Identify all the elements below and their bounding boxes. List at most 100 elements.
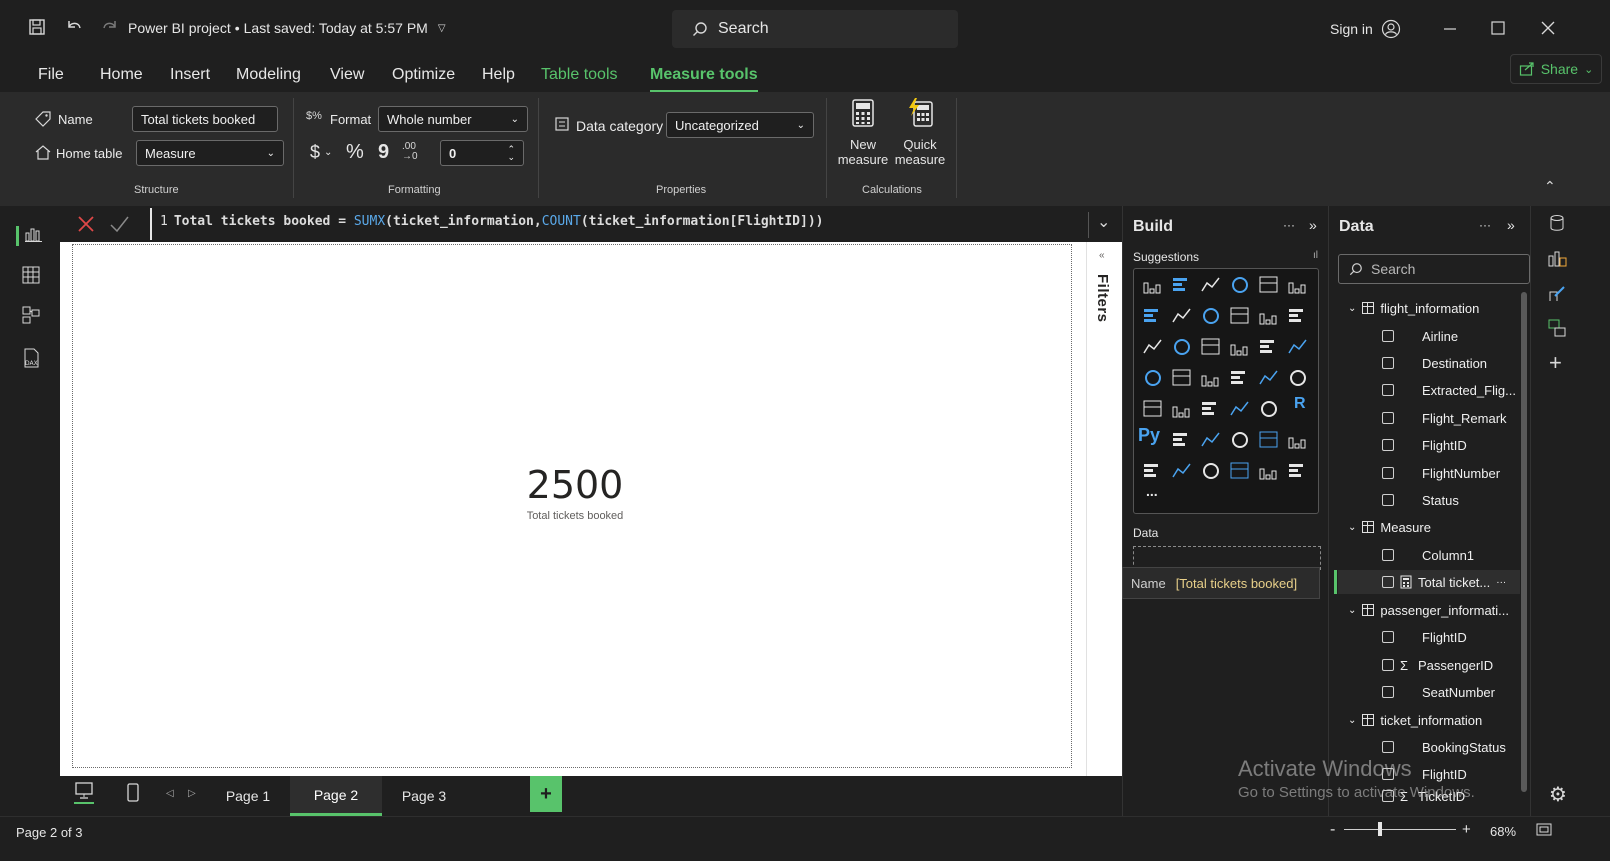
field-row[interactable]: FlightID xyxy=(1338,433,1520,457)
menu-optimize[interactable]: Optimize xyxy=(392,66,455,84)
visual-type-icon[interactable] xyxy=(1173,278,1187,291)
card-visual-value[interactable]: 2500 xyxy=(470,463,680,507)
visual-type-icon[interactable] xyxy=(1232,432,1248,448)
field-checkbox[interactable] xyxy=(1382,741,1394,753)
page-tab-3[interactable]: Page 3 xyxy=(390,776,458,816)
visual-type-icon[interactable] xyxy=(1259,468,1277,480)
expand-formula-icon[interactable]: ⌄ xyxy=(1088,212,1110,238)
collapse-ribbon-icon[interactable]: ⌃ xyxy=(1544,178,1556,195)
r-visual-icon[interactable]: R xyxy=(1294,395,1306,413)
visual-type-icon[interactable] xyxy=(1231,371,1245,384)
visual-type-icon[interactable] xyxy=(1230,344,1248,356)
table-node-flight-information[interactable]: ⌄ flight_information xyxy=(1338,296,1520,320)
visual-type-icon[interactable] xyxy=(1145,370,1161,386)
menu-help[interactable]: Help xyxy=(482,66,515,84)
visual-type-icon[interactable] xyxy=(1201,375,1219,387)
visual-type-icon[interactable] xyxy=(1230,307,1249,324)
visual-type-icon[interactable] xyxy=(1259,276,1278,293)
zoom-out-icon[interactable]: - xyxy=(1330,821,1335,839)
data-collapse-icon[interactable]: » xyxy=(1507,217,1515,233)
decimal-adjust-icon[interactable]: .00 →0 xyxy=(402,142,418,162)
visual-type-icon[interactable] xyxy=(1289,309,1303,322)
table-node-passenger-information[interactable]: ⌄ passenger_informati... xyxy=(1338,598,1520,622)
data-search-input[interactable]: Search xyxy=(1338,254,1530,284)
visual-type-icon[interactable] xyxy=(1203,463,1219,479)
field-row[interactable]: Flight_Remark xyxy=(1338,406,1520,430)
sign-in-button[interactable]: Sign in xyxy=(1330,19,1401,39)
model-view-icon[interactable] xyxy=(22,306,42,326)
field-row[interactable]: Airline xyxy=(1338,324,1520,348)
field-checkbox[interactable] xyxy=(1382,549,1394,561)
menu-measure-tools[interactable]: Measure tools xyxy=(650,66,758,93)
mobile-layout-icon[interactable] xyxy=(126,783,140,803)
visual-type-icon[interactable] xyxy=(1230,462,1249,479)
visual-type-icon[interactable] xyxy=(1172,463,1191,478)
zoom-level[interactable]: 68% xyxy=(1490,824,1516,839)
format-pane-icon[interactable] xyxy=(1547,284,1567,304)
visual-type-icon[interactable] xyxy=(1174,339,1190,355)
pin-icon[interactable]: ıl xyxy=(1313,250,1318,261)
visual-type-icon[interactable] xyxy=(1144,464,1158,477)
table-node-measure[interactable]: ⌄ Measure xyxy=(1338,515,1520,539)
redo-icon[interactable] xyxy=(100,17,120,37)
field-checkbox[interactable] xyxy=(1382,659,1394,671)
percent-button[interactable]: % xyxy=(346,141,364,164)
visual-type-icon[interactable] xyxy=(1259,370,1278,385)
home-table-select[interactable]: Measure ⌄ xyxy=(136,140,284,166)
field-checkbox[interactable] xyxy=(1382,330,1394,342)
currency-format-button[interactable]: $ ⌄ xyxy=(310,142,332,163)
visual-type-icon[interactable] xyxy=(1259,431,1278,448)
field-more-options-icon[interactable]: ··· xyxy=(1496,577,1506,588)
visual-type-icon[interactable] xyxy=(1230,401,1249,416)
filters-expand-icon[interactable]: « xyxy=(1099,250,1105,261)
field-checkbox[interactable] xyxy=(1382,686,1394,698)
close-icon[interactable] xyxy=(1540,20,1556,36)
page-tab-2[interactable]: Page 2 xyxy=(290,776,382,816)
visual-type-icon[interactable] xyxy=(1260,340,1274,353)
filters-label[interactable]: Filters xyxy=(1094,274,1111,323)
visual-type-icon[interactable] xyxy=(1202,402,1216,415)
menu-home[interactable]: Home xyxy=(100,66,143,84)
visual-type-icon[interactable] xyxy=(1143,282,1161,294)
zoom-slider-thumb[interactable] xyxy=(1378,822,1382,836)
field-row[interactable]: Destination xyxy=(1338,351,1520,375)
field-checkbox[interactable] xyxy=(1382,439,1394,451)
table-view-icon[interactable] xyxy=(22,266,42,286)
cancel-formula-icon[interactable] xyxy=(76,214,96,234)
commit-formula-icon[interactable] xyxy=(108,214,130,234)
field-checkbox[interactable] xyxy=(1382,576,1394,588)
field-checkbox[interactable] xyxy=(1382,631,1394,643)
menu-view[interactable]: View xyxy=(330,66,364,84)
save-icon[interactable] xyxy=(28,18,46,36)
field-row[interactable]: Status xyxy=(1338,488,1520,512)
prev-page-icon[interactable]: ◁ xyxy=(166,788,174,799)
undo-icon[interactable] xyxy=(64,17,84,37)
add-pane-icon[interactable]: + xyxy=(1549,350,1562,376)
name-input[interactable]: Total tickets booked xyxy=(132,106,278,132)
maximize-icon[interactable] xyxy=(1490,20,1506,36)
more-visuals-icon[interactable]: ... xyxy=(1146,483,1158,499)
build-collapse-icon[interactable]: » xyxy=(1309,217,1317,233)
field-row[interactable]: Σ PassengerID xyxy=(1338,653,1520,677)
visual-type-icon[interactable] xyxy=(1201,432,1220,447)
table-node-ticket-information[interactable]: ⌄ ticket_information xyxy=(1338,708,1520,732)
sync-slicers-icon[interactable] xyxy=(1547,318,1567,338)
field-checkbox[interactable] xyxy=(1382,384,1394,396)
visual-type-icon[interactable] xyxy=(1201,338,1220,355)
field-row[interactable]: FlightID xyxy=(1338,625,1520,649)
visual-type-icon[interactable] xyxy=(1172,308,1191,323)
decimal-places-stepper[interactable]: 0 ⌃ ⌄ xyxy=(440,140,524,166)
document-title[interactable]: Power BI project • Last saved: Today at … xyxy=(128,20,446,36)
quick-measure-button[interactable]: Quick measure xyxy=(890,98,950,178)
visual-type-icon[interactable] xyxy=(1172,406,1190,418)
comma-style-button[interactable]: 9 xyxy=(378,141,389,164)
menu-insert[interactable]: Insert xyxy=(170,66,210,84)
search-box[interactable]: Search xyxy=(672,10,958,48)
menu-modeling[interactable]: Modeling xyxy=(236,66,301,84)
visual-type-icon[interactable] xyxy=(1288,339,1307,354)
data-more-options-icon[interactable]: ··· xyxy=(1479,218,1491,232)
settings-gear-icon[interactable]: ⚙ xyxy=(1549,782,1567,807)
data-scrollbar[interactable] xyxy=(1521,292,1527,792)
field-row[interactable]: Column1 xyxy=(1338,543,1520,567)
zoom-slider[interactable] xyxy=(1344,829,1456,830)
